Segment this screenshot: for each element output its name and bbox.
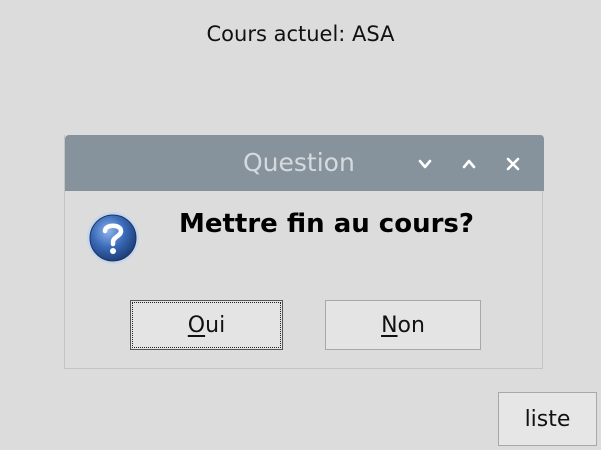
maximize-icon[interactable] [458, 153, 480, 175]
dialog-titlebar[interactable]: Question [65, 135, 544, 191]
current-course-label: Cours actuel: ASA [206, 22, 395, 46]
oui-label-rest: ui [205, 312, 226, 338]
liste-button[interactable]: liste [498, 392, 597, 446]
oui-button[interactable]: Oui [130, 300, 283, 350]
minimize-icon[interactable] [414, 153, 436, 175]
close-icon[interactable] [502, 153, 524, 175]
dialog-title: Question [243, 148, 355, 177]
non-button[interactable]: Non [325, 300, 481, 350]
oui-mnemonic: O [187, 312, 206, 338]
question-dialog: Question Mettre fin au cours? O ui N on [64, 135, 544, 369]
dialog-message: Mettre fin au cours? [179, 209, 474, 239]
non-mnemonic: N [381, 312, 398, 338]
non-label-rest: on [397, 312, 425, 338]
question-icon [85, 210, 141, 266]
